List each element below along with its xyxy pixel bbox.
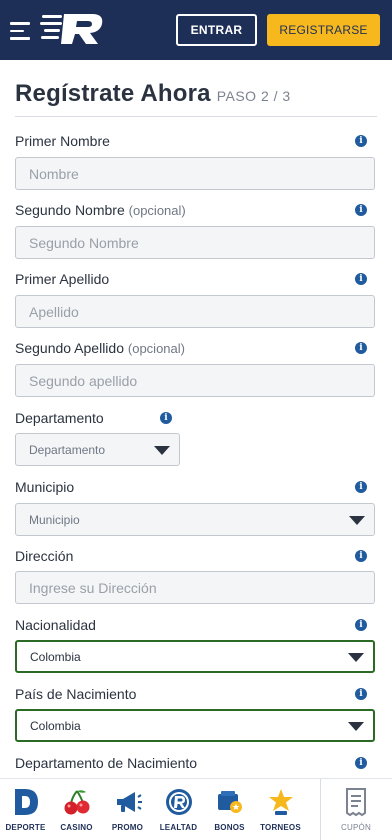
nav-item-torneos[interactable]: TORNEOS (255, 779, 306, 840)
nav-label: CASINO (60, 823, 93, 832)
first-surname-input[interactable]: Apellido (15, 295, 375, 328)
nationality-select[interactable]: Colombia (15, 640, 375, 673)
chevron-down-icon (154, 445, 170, 455)
second-name-label: Segundo Nombre (opcional) (15, 202, 186, 218)
info-icon[interactable]: i (355, 550, 367, 562)
login-button[interactable]: ENTRAR (176, 14, 257, 46)
info-icon[interactable]: i (355, 273, 367, 285)
info-icon[interactable]: i (355, 342, 367, 354)
bonus-icon (215, 787, 245, 817)
bottom-navigation: DEPORTE CASINO PROMO LEALTAD BONOS TORNE… (0, 778, 392, 840)
chevron-down-icon (349, 515, 365, 525)
nav-label: BONOS (214, 823, 245, 832)
info-icon[interactable]: i (355, 757, 367, 769)
nav-label: TORNEOS (260, 823, 301, 832)
info-icon[interactable]: i (355, 688, 367, 700)
nationality-select-value: Colombia (30, 649, 81, 664)
hamburger-menu-icon[interactable] (10, 22, 32, 40)
nav-item-cupon[interactable]: CUPÓN (321, 779, 391, 840)
municipality-select[interactable]: Municipio (15, 503, 375, 536)
birth-country-select[interactable]: Colombia (15, 709, 375, 742)
nav-label: LEALTAD (159, 823, 198, 832)
title-divider (15, 116, 377, 117)
cherries-icon (62, 787, 92, 817)
birth-country-label: País de Nacimiento (15, 686, 137, 702)
megaphone-icon (113, 787, 143, 817)
app-header: ENTRAR REGISTRARSE (0, 0, 392, 60)
step-indicator: PASO 2 / 3 (216, 88, 291, 104)
second-surname-label: Segundo Apellido (opcional) (15, 340, 185, 356)
address-input[interactable]: Ingrese su Dirección (15, 571, 375, 604)
optional-tag: (opcional) (128, 203, 186, 218)
nationality-label: Nacionalidad (15, 617, 96, 633)
address-label: Dirección (15, 548, 74, 564)
register-button[interactable]: REGISTRARSE (267, 14, 380, 46)
coupon-ticket-icon (341, 787, 371, 817)
loyalty-badge-icon (164, 787, 194, 817)
nav-label: CUPÓN (341, 823, 371, 832)
department-select[interactable]: Departamento (15, 433, 180, 466)
nav-item-promo[interactable]: PROMO (102, 779, 153, 840)
nav-item-casino[interactable]: CASINO (51, 779, 102, 840)
info-icon[interactable]: i (355, 619, 367, 631)
sports-d-icon (11, 787, 41, 817)
info-icon[interactable]: i (355, 204, 367, 216)
nav-item-lealtad[interactable]: LEALTAD (153, 779, 204, 840)
page-title: Regístrate Ahora (15, 80, 211, 107)
nav-item-bonos[interactable]: BONOS (204, 779, 255, 840)
second-name-input[interactable]: Segundo Nombre (15, 226, 375, 259)
form-title-row: Regístrate Ahora PASO 2 / 3 (15, 80, 291, 108)
brand-logo[interactable] (40, 12, 106, 46)
municipality-select-value: Municipio (29, 512, 80, 527)
nav-label: PROMO (111, 823, 144, 832)
trophy-star-icon (266, 787, 296, 817)
info-icon[interactable]: i (355, 481, 367, 493)
first-surname-label: Primer Apellido (15, 271, 110, 287)
optional-tag: (opcional) (127, 341, 185, 356)
birth-country-select-value: Colombia (30, 718, 81, 733)
info-icon[interactable]: i (355, 135, 367, 147)
info-icon[interactable]: i (160, 412, 172, 424)
nav-item-deporte[interactable]: DEPORTE (0, 779, 51, 840)
municipality-label: Municipio (15, 479, 75, 495)
chevron-down-icon (348, 652, 364, 662)
registration-form: Regístrate Ahora PASO 2 / 3 Primer Nombr… (0, 60, 392, 778)
department-label: Departamento (15, 410, 104, 426)
birth-department-label: Departamento de Nacimiento (15, 755, 198, 771)
nav-label: DEPORTE (5, 823, 46, 832)
first-name-label: Primer Nombre (15, 133, 110, 149)
second-surname-input[interactable]: Segundo apellido (15, 364, 375, 397)
first-name-input[interactable]: Nombre (15, 157, 375, 190)
department-select-value: Departamento (29, 442, 106, 457)
chevron-down-icon (348, 721, 364, 731)
